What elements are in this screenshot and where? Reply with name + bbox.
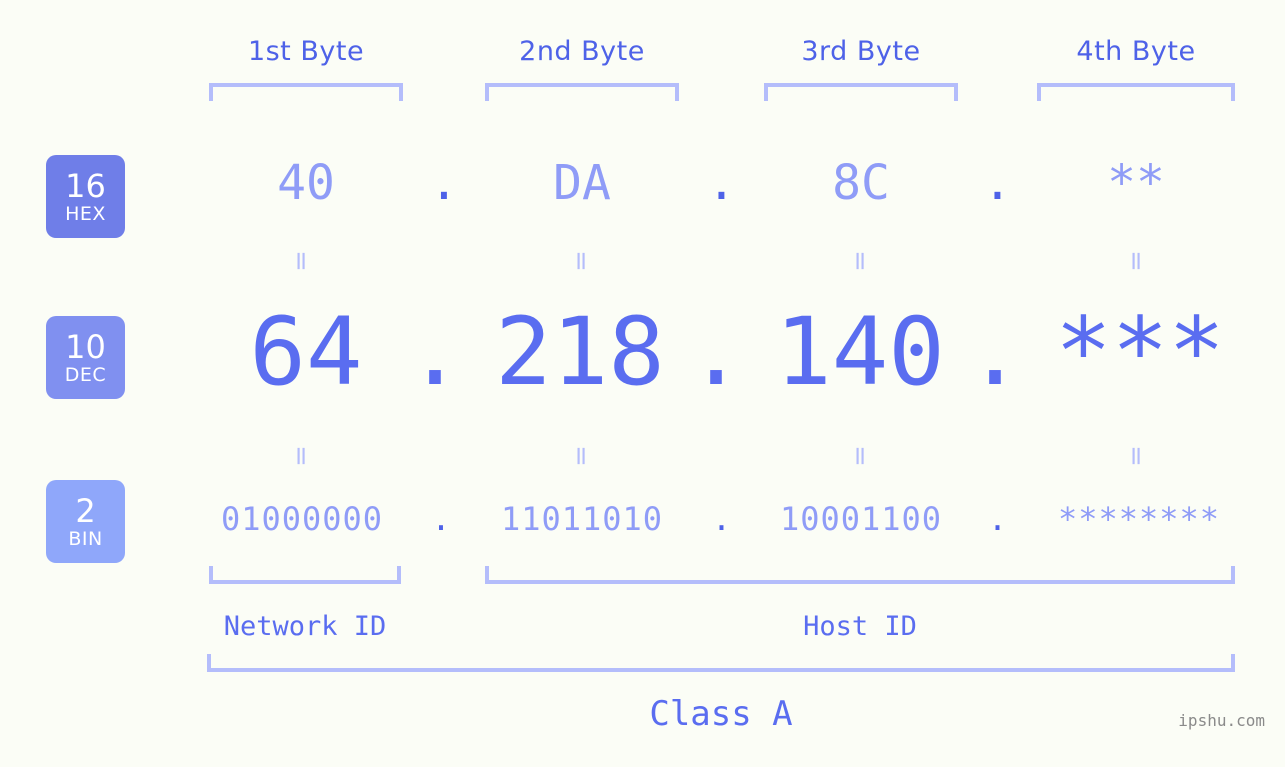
base-badge-bin-name: BIN: [68, 528, 103, 550]
bin-byte-4: ********: [1057, 500, 1221, 538]
base-badge-bin[interactable]: 2 BIN: [46, 480, 125, 563]
byte-header-1: 1st Byte: [247, 36, 365, 67]
hex-separator-3: .: [983, 155, 1012, 211]
base-badge-bin-number: 2: [75, 492, 96, 530]
equals-sign-hex-dec-4: =: [1121, 250, 1151, 272]
bin-byte-3: 10001100: [779, 500, 943, 538]
network-id-bracket: [209, 566, 401, 584]
hex-byte-4: **: [1107, 155, 1165, 211]
bin-separator-2: .: [711, 500, 732, 538]
bin-byte-2: 11011010: [500, 500, 664, 538]
equals-sign-dec-bin-2: =: [566, 445, 596, 467]
equals-sign-hex-dec-1: =: [286, 250, 316, 272]
dec-byte-4: ***: [1055, 298, 1225, 407]
dec-separator-1: .: [406, 298, 464, 407]
base-badge-hex-name: HEX: [65, 203, 106, 225]
equals-sign-dec-bin-4: =: [1121, 445, 1151, 467]
dec-byte-3: 140: [775, 298, 945, 407]
byte-bracket-3: [764, 83, 958, 101]
byte-bracket-1: [209, 83, 403, 101]
ip-byte-breakdown-diagram: 1st Byte 2nd Byte 3rd Byte 4th Byte 16 H…: [0, 0, 1285, 767]
site-watermark: ipshu.com: [1178, 711, 1265, 730]
byte-bracket-2: [485, 83, 679, 101]
hex-byte-3: 8C: [832, 155, 890, 211]
dec-byte-1: 64: [249, 298, 363, 407]
equals-sign-hex-dec-2: =: [566, 250, 596, 272]
network-id-label: Network ID: [223, 611, 387, 642]
dec-separator-2: .: [687, 298, 745, 407]
host-id-bracket: [485, 566, 1235, 584]
base-badge-hex[interactable]: 16 HEX: [46, 155, 125, 238]
equals-sign-dec-bin-1: =: [286, 445, 316, 467]
hex-separator-2: .: [707, 155, 736, 211]
base-badge-dec-number: 10: [65, 328, 106, 366]
bin-separator-1: .: [431, 500, 451, 538]
hex-byte-2: DA: [553, 155, 611, 211]
byte-bracket-4: [1037, 83, 1235, 101]
byte-header-4: 4th Byte: [1076, 36, 1196, 67]
bin-separator-3: .: [987, 500, 1008, 538]
hex-byte-1: 40: [277, 155, 335, 211]
dec-separator-3: .: [966, 298, 1024, 407]
base-badge-dec[interactable]: 10 DEC: [46, 316, 125, 399]
hex-separator-1: .: [429, 155, 459, 211]
byte-header-3: 3rd Byte: [801, 36, 921, 67]
dec-byte-2: 218: [495, 298, 665, 407]
base-badge-dec-name: DEC: [64, 364, 107, 386]
bin-byte-1: 01000000: [220, 500, 384, 538]
base-badge-hex-number: 16: [65, 167, 106, 205]
class-label: Class A: [649, 694, 793, 734]
class-bracket: [207, 654, 1235, 672]
equals-sign-hex-dec-3: =: [845, 250, 875, 272]
byte-header-2: 2nd Byte: [519, 36, 645, 67]
host-id-label: Host ID: [803, 611, 917, 642]
equals-sign-dec-bin-3: =: [845, 445, 875, 467]
